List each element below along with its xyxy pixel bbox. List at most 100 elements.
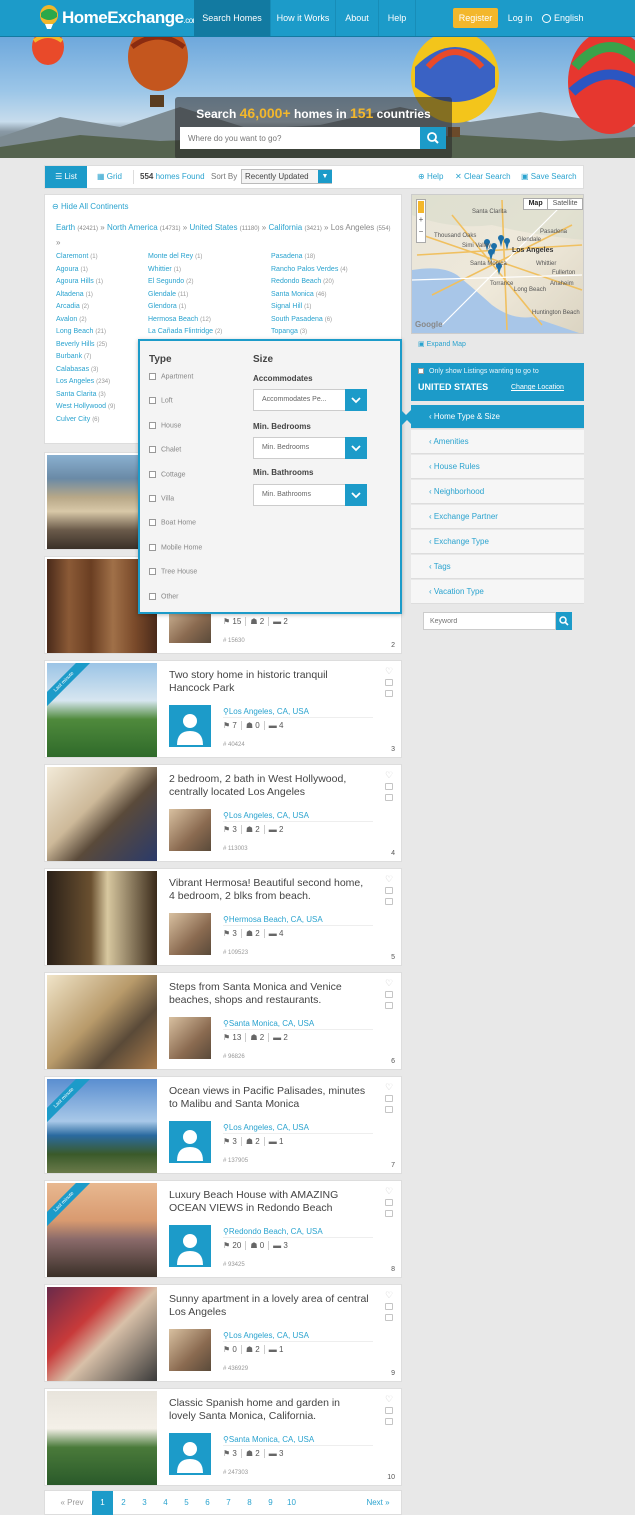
- city-link[interactable]: Avalon (2): [56, 316, 146, 329]
- listing-card[interactable]: Last minute Two story home in historic tr…: [44, 660, 402, 758]
- listing-location[interactable]: ⚲Los Angeles, CA, USA: [223, 811, 309, 820]
- map-zoom-control[interactable]: + −: [416, 199, 426, 243]
- page-link[interactable]: 6: [197, 1491, 218, 1515]
- type-checkbox[interactable]: [149, 373, 156, 380]
- heart-icon[interactable]: ♡: [385, 1291, 395, 1301]
- city-link[interactable]: Glendora (1): [148, 303, 268, 316]
- listing-location[interactable]: ⚲Los Angeles, CA, USA: [223, 707, 309, 716]
- language-selector[interactable]: English: [542, 0, 587, 36]
- filter-item[interactable]: ‹ House Rules: [411, 455, 584, 479]
- listing-photo[interactable]: [47, 767, 157, 861]
- nav-about[interactable]: About: [336, 0, 378, 36]
- owner-avatar[interactable]: [169, 809, 211, 851]
- city-link[interactable]: South Pasadena (6): [271, 316, 396, 329]
- city-link[interactable]: Redondo Beach (20): [271, 278, 396, 291]
- breadcrumb-earth[interactable]: Earth: [56, 223, 75, 232]
- city-link[interactable]: Signal Hill (1): [271, 303, 396, 316]
- type-checkbox[interactable]: [149, 421, 156, 429]
- listing-card[interactable]: Last minute Luxury Beach House with AMAZI…: [44, 1180, 402, 1278]
- filter-item[interactable]: ‹ Neighborhood: [411, 480, 584, 504]
- nav-search-homes[interactable]: Search Homes: [194, 0, 270, 36]
- city-link[interactable]: Culver City (6): [56, 416, 146, 429]
- message-icon[interactable]: [385, 1418, 393, 1425]
- listing-card[interactable]: 2 bedroom, 2 bath in West Hollywood, cen…: [44, 764, 402, 862]
- expand-map-link[interactable]: ▣ Expand Map: [418, 340, 466, 348]
- breadcrumb-california[interactable]: California: [268, 223, 302, 232]
- city-link[interactable]: Altadena (1): [56, 291, 146, 304]
- city-link[interactable]: Whittier (1): [148, 266, 268, 279]
- listing-card[interactable]: Steps from Santa Monica and Venice beach…: [44, 972, 402, 1070]
- min-bedrooms-select[interactable]: Min. Bedrooms: [253, 437, 367, 459]
- page-link[interactable]: 3: [134, 1491, 155, 1515]
- page-link[interactable]: 4: [155, 1491, 176, 1515]
- filter-item[interactable]: ‹ Exchange Partner: [411, 505, 584, 529]
- city-link[interactable]: Pasadena (18): [271, 253, 396, 266]
- logo[interactable]: HomeExchange.com: [38, 4, 199, 32]
- type-checkbox[interactable]: [149, 543, 156, 551]
- edit-icon[interactable]: [385, 887, 393, 894]
- type-option[interactable]: Mobile Home: [149, 543, 202, 568]
- page-link[interactable]: 5: [176, 1491, 197, 1515]
- next-page-link[interactable]: Next »: [363, 1491, 393, 1515]
- listing-title[interactable]: Vibrant Hermosa! Beautiful second home, …: [169, 877, 369, 903]
- owner-avatar[interactable]: [169, 1121, 211, 1163]
- type-option[interactable]: Apartment: [149, 373, 202, 397]
- listing-title[interactable]: Classic Spanish home and garden in lovel…: [169, 1397, 369, 1423]
- listing-photo[interactable]: Last minute: [47, 1079, 157, 1173]
- listing-title[interactable]: Sunny apartment in a lovely area of cent…: [169, 1293, 369, 1319]
- page-link[interactable]: 9: [260, 1491, 281, 1515]
- city-link[interactable]: Santa Monica (46): [271, 291, 396, 304]
- breadcrumb-united-states[interactable]: United States: [189, 223, 237, 232]
- heart-icon[interactable]: ♡: [385, 875, 395, 885]
- only-show-checkbox[interactable]: [418, 368, 424, 375]
- page-link[interactable]: 2: [113, 1491, 134, 1515]
- city-link[interactable]: Rancho Palos Verdes (4): [271, 266, 396, 279]
- filter-item[interactable]: ‹ Tags: [411, 555, 584, 579]
- city-link[interactable]: Long Beach (21): [56, 328, 146, 341]
- type-checkbox[interactable]: [149, 494, 156, 502]
- listing-location[interactable]: ⚲Los Angeles, CA, USA: [223, 1123, 309, 1132]
- listing-title[interactable]: Luxury Beach House with AMAZING OCEAN VI…: [169, 1189, 369, 1215]
- filter-item[interactable]: ‹ Vacation Type: [411, 580, 584, 604]
- city-link[interactable]: Burbank (7): [56, 353, 146, 366]
- listing-location[interactable]: ⚲Los Angeles, CA, USA: [223, 1331, 309, 1340]
- nav-how-it-works[interactable]: How it Works: [271, 0, 335, 36]
- listing-photo[interactable]: [47, 1287, 157, 1381]
- edit-icon[interactable]: [385, 679, 393, 686]
- heart-icon[interactable]: ♡: [385, 1187, 395, 1197]
- type-checkbox[interactable]: [149, 446, 156, 454]
- listing-card[interactable]: Classic Spanish home and garden in lovel…: [44, 1388, 402, 1486]
- type-option[interactable]: Tree House: [149, 568, 202, 592]
- results-map[interactable]: Santa Clarita Thousand Oaks Simi Valley …: [411, 194, 584, 334]
- filter-item[interactable]: ‹ Exchange Type: [411, 530, 584, 554]
- edit-icon[interactable]: [385, 1303, 393, 1310]
- owner-avatar[interactable]: [169, 1017, 211, 1059]
- list-view-button[interactable]: ☰ List: [45, 166, 87, 188]
- accommodates-select[interactable]: Accommodates Pe...: [253, 389, 367, 411]
- keyword-search-button[interactable]: [556, 612, 572, 630]
- listing-title[interactable]: Steps from Santa Monica and Venice beach…: [169, 981, 369, 1007]
- owner-avatar[interactable]: [169, 705, 211, 747]
- city-link[interactable]: Santa Clarita (3): [56, 391, 146, 404]
- hide-continents-link[interactable]: ⊖ Hide All Continents: [52, 202, 129, 211]
- listing-title[interactable]: Two story home in historic tranquil Hanc…: [169, 669, 369, 695]
- page-link[interactable]: 7: [218, 1491, 239, 1515]
- breadcrumb-north-america[interactable]: North America: [107, 223, 158, 232]
- sort-select[interactable]: Recently Updated ▼: [241, 169, 332, 184]
- listing-location[interactable]: ⚲Santa Monica, CA, USA: [223, 1435, 314, 1444]
- owner-avatar[interactable]: [169, 1225, 211, 1267]
- heart-icon[interactable]: ♡: [385, 771, 395, 781]
- city-link[interactable]: Hermosa Beach (12): [148, 316, 268, 329]
- city-link[interactable]: Beverly Hills (25): [56, 341, 146, 354]
- listing-location[interactable]: ⚲Redondo Beach, CA, USA: [223, 1227, 323, 1236]
- city-link[interactable]: Los Angeles (234): [56, 378, 146, 391]
- prev-page-link[interactable]: « Prev: [57, 1491, 87, 1515]
- city-link[interactable]: Agoura Hills (1): [56, 278, 146, 291]
- type-option[interactable]: Chalet: [149, 446, 202, 470]
- change-location-link[interactable]: Change Location: [511, 384, 564, 391]
- clear-search-link[interactable]: ✕ Clear Search: [455, 166, 511, 188]
- type-option[interactable]: House: [149, 421, 202, 446]
- save-search-link[interactable]: ▣ Save Search: [521, 166, 577, 188]
- edit-icon[interactable]: [385, 1407, 393, 1414]
- listing-title[interactable]: 2 bedroom, 2 bath in West Hollywood, cen…: [169, 773, 369, 799]
